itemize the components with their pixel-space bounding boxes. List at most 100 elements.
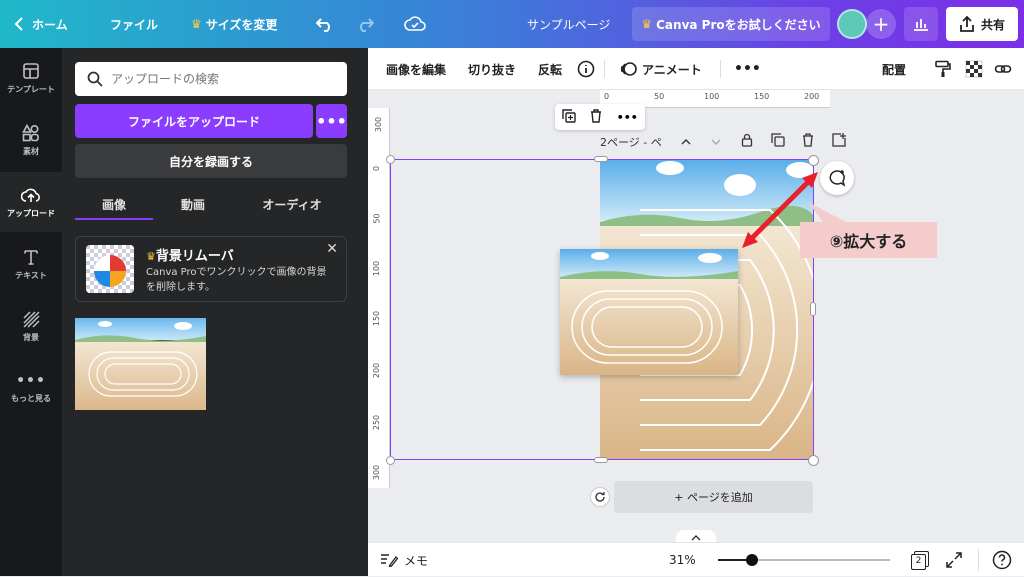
chevron-down-icon [711,139,721,145]
transparency-icon [965,60,983,78]
copy-style-button[interactable] [934,48,952,90]
fullscreen-button[interactable] [946,543,962,577]
upload-more-button[interactable]: ••• [316,104,347,138]
promo-title-text: 背景リムーバ [155,249,234,264]
pro-trial-button[interactable]: ♛ Canva Proをお試しください [632,7,830,41]
page-name[interactable]: サンプルページ [527,0,610,48]
avatar[interactable] [837,9,867,39]
rail-item-text[interactable]: テキスト [0,234,62,294]
rail-item-more[interactable]: ••• もっと見る [0,358,62,418]
home-button[interactable]: ホーム [14,0,68,48]
side-rail: テンプレート 素材 アップロード テキスト 背景 ••• もっと見る [0,48,62,576]
search-input[interactable] [111,72,331,86]
resize-handle[interactable] [808,155,819,166]
more-options-button[interactable]: ••• [734,48,761,90]
search-box[interactable] [75,62,347,96]
pages-icon: 2 [911,551,929,570]
resize-handle[interactable] [594,156,608,162]
crop-button[interactable]: 切り抜き [468,48,516,90]
dragged-image[interactable] [560,249,738,375]
edit-image-button[interactable]: 画像を編集 [386,48,446,90]
redo-button[interactable] [356,0,374,48]
page-down-button[interactable] [710,133,722,152]
cloud-check-icon [404,16,426,31]
rail-label: アップロード [7,208,55,218]
animate-button[interactable]: アニメート [620,48,702,90]
lock-page-button[interactable] [741,132,753,151]
page-label[interactable]: 2ページ - ペ [600,134,662,150]
resize-handle[interactable] [386,456,395,465]
refresh-button[interactable] [590,487,610,507]
uploads-panel: ファイルをアップロード ••• 自分を録画する 画像 動画 オーディオ ♛背景リ… [62,48,368,576]
rail-item-uploads[interactable]: アップロード [0,172,62,232]
ruler-label: 200 [804,92,820,101]
add-comment-button[interactable] [820,161,854,195]
ruler-label: 200 [372,362,382,379]
rail-item-background[interactable]: 背景 [0,296,62,356]
resize-button[interactable]: ♛ サイズを変更 [191,0,277,48]
upload-file-button[interactable]: ファイルをアップロード [75,104,313,138]
uploaded-image-thumbnail[interactable] [75,318,206,410]
flip-button[interactable]: 反転 [538,48,562,90]
toolbar-divider [720,60,721,78]
insights-button[interactable] [904,7,938,41]
ruler-label: 250 [372,414,382,431]
bg-remover-promo[interactable]: ♛背景リムーバ Canva Proでワンクリックで画像の背景を削除します。 ✕ [75,236,347,302]
record-yourself-button[interactable]: 自分を録画する [75,144,347,178]
info-icon [577,60,595,78]
rail-label: テキスト [15,270,47,280]
add-page-icon-button[interactable] [832,132,846,151]
ruler-label: 0 [604,92,610,101]
chevron-up-icon [691,535,701,541]
tab-videos[interactable]: 動画 [154,188,232,220]
delete-page-button[interactable] [802,132,814,151]
notes-icon [381,554,398,567]
page-up-button[interactable] [680,133,692,152]
more-icon[interactable]: ••• [617,111,638,124]
element-actions: ••• [555,104,645,130]
share-icon [960,16,974,32]
tab-images[interactable]: 画像 [75,188,153,220]
ruler-label: 50 [654,92,665,101]
position-button[interactable]: 配置 [882,48,906,90]
link-button[interactable] [994,48,1012,90]
duplicate-page-button[interactable] [771,132,785,151]
ruler-label: 0 [372,165,382,172]
more-icon: ••• [16,372,46,389]
expand-icon [946,552,962,568]
resize-handle[interactable] [808,455,819,466]
more-icon: ••• [734,61,761,77]
undo-button[interactable] [316,0,334,48]
share-button[interactable]: 共有 [946,7,1018,41]
rail-item-templates[interactable]: テンプレート [0,48,62,108]
search-icon [87,71,103,87]
elements-icon [22,123,39,141]
duplicate-icon[interactable] [562,108,576,127]
close-icon[interactable]: ✕ [326,241,338,257]
trash-icon[interactable] [590,108,602,127]
zoom-slider-track[interactable] [718,554,890,566]
resize-handle[interactable] [386,155,395,164]
resize-handle[interactable] [594,457,608,463]
ruler-left: 300 0 50 100 150 200 250 300 [368,108,390,488]
context-toolbar: 画像を編集 切り抜き 反転 アニメート ••• 配置 [368,48,1024,90]
rail-item-elements[interactable]: 素材 [0,110,62,170]
add-collaborator-button[interactable]: + [866,9,896,39]
top-bar: ホーム ファイル ♛ サイズを変更 サンプルページ ♛ Canva Proをお試… [0,0,1024,48]
resize-handle[interactable] [810,302,816,316]
tab-audio[interactable]: オーディオ [242,188,342,220]
ruler-label: 50 [372,213,382,224]
zoom-slider-thumb[interactable] [746,554,759,566]
cloud-save-button[interactable] [404,0,426,48]
info-button[interactable] [577,48,595,90]
file-menu[interactable]: ファイル [110,0,158,48]
transparency-button[interactable] [965,48,983,90]
upload-icon [21,188,40,202]
ruler-label: 100 [372,260,382,277]
add-page-button[interactable]: + ページを追加 [614,481,813,513]
notes-button[interactable]: メモ [380,543,428,577]
zoom-value[interactable]: 31% [669,543,696,577]
help-button[interactable] [992,543,1012,577]
page-count-button[interactable]: 2 [911,543,929,577]
template-icon [23,62,39,79]
